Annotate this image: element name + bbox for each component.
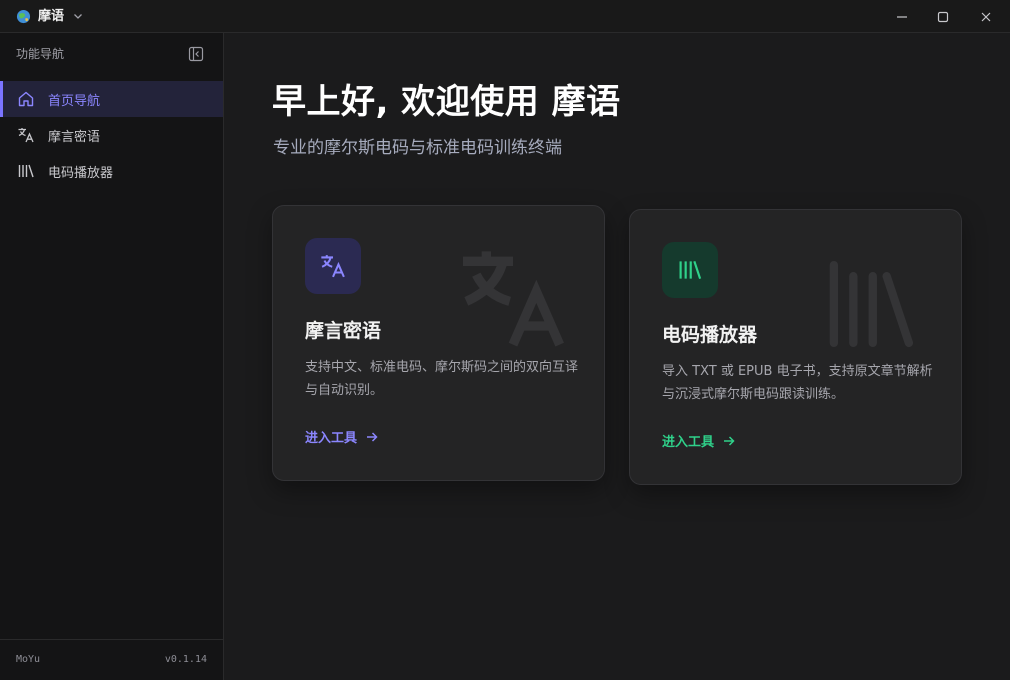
sidebar-collapse-button[interactable] [186, 44, 206, 64]
sidebar-item-label: 电码播放器 [48, 165, 114, 181]
card-link-label: 进入工具 [662, 435, 715, 450]
card-icon-box [305, 238, 361, 294]
sidebar-footer: MoYu v0.1.14 [0, 639, 223, 680]
sidebar-header: 功能导航 [16, 47, 65, 61]
globe-icon [16, 9, 31, 24]
chevron-down-icon[interactable] [72, 10, 84, 22]
app-name[interactable]: 摩语 [38, 8, 64, 25]
page-title: 早上好, 欢迎使用 摩语 [272, 82, 621, 122]
sidebar-item-player[interactable]: 电码播放器 [0, 153, 223, 189]
library-watermark-icon [829, 260, 914, 348]
card-player[interactable]: 电码播放器 导入 TXT 或 EPUB 电子书，支持原文章节解析与沉浸式摩尔斯电… [629, 209, 962, 485]
footer-app-name: MoYu [16, 654, 41, 665]
close-button[interactable] [964, 0, 1008, 33]
card-link-label: 进入工具 [305, 431, 358, 446]
library-icon [16, 161, 36, 181]
card-icon-box [662, 242, 718, 298]
translate-icon [321, 255, 345, 278]
card-enter-link[interactable]: 进入工具 [662, 431, 736, 450]
card-title: 摩言密语 [305, 320, 382, 342]
sidebar-collapse-icon [188, 46, 204, 62]
minimize-button[interactable] [880, 0, 924, 33]
sidebar-item-label: 首页导航 [48, 93, 101, 109]
card-title: 电码播放器 [662, 324, 758, 346]
page-subtitle: 专业的摩尔斯电码与标准电码训练终端 [273, 138, 562, 158]
card-description: 导入 TXT 或 EPUB 电子书，支持原文章节解析与沉浸式摩尔斯电码跟读训练。 [662, 364, 933, 402]
sidebar-item-translator[interactable]: 摩言密语 [0, 117, 223, 153]
arrow-right-icon [722, 434, 736, 448]
arrow-right-icon [365, 430, 379, 444]
card-description: 支持中文、标准电码、摩尔斯码之间的双向互译与自动识别。 [305, 360, 579, 398]
card-translator[interactable]: 摩言密语 支持中文、标准电码、摩尔斯码之间的双向互译与自动识别。 进入工具 [272, 205, 605, 481]
card-enter-link[interactable]: 进入工具 [305, 427, 379, 446]
footer-version: v0.1.14 [164, 654, 207, 665]
translate-watermark-icon [463, 251, 564, 347]
translate-icon [16, 125, 36, 145]
sidebar: 功能导航 首页导航 摩言密语 电码播放器 MoYu v0.1.14 [0, 33, 224, 680]
title-bar: 摩语 [0, 0, 1010, 33]
minimize-icon [897, 15, 907, 18]
home-icon [16, 89, 36, 109]
close-icon [981, 12, 991, 21]
library-icon [679, 260, 702, 280]
sidebar-item-home[interactable]: 首页导航 [0, 81, 223, 117]
sidebar-nav: 首页导航 摩言密语 电码播放器 [0, 81, 223, 189]
main-content: 早上好, 欢迎使用 摩语 专业的摩尔斯电码与标准电码训练终端 摩言密语 支持中文… [224, 33, 1010, 680]
maximize-icon [937, 11, 949, 22]
maximize-button[interactable] [921, 0, 965, 33]
sidebar-item-label: 摩言密语 [48, 129, 101, 145]
